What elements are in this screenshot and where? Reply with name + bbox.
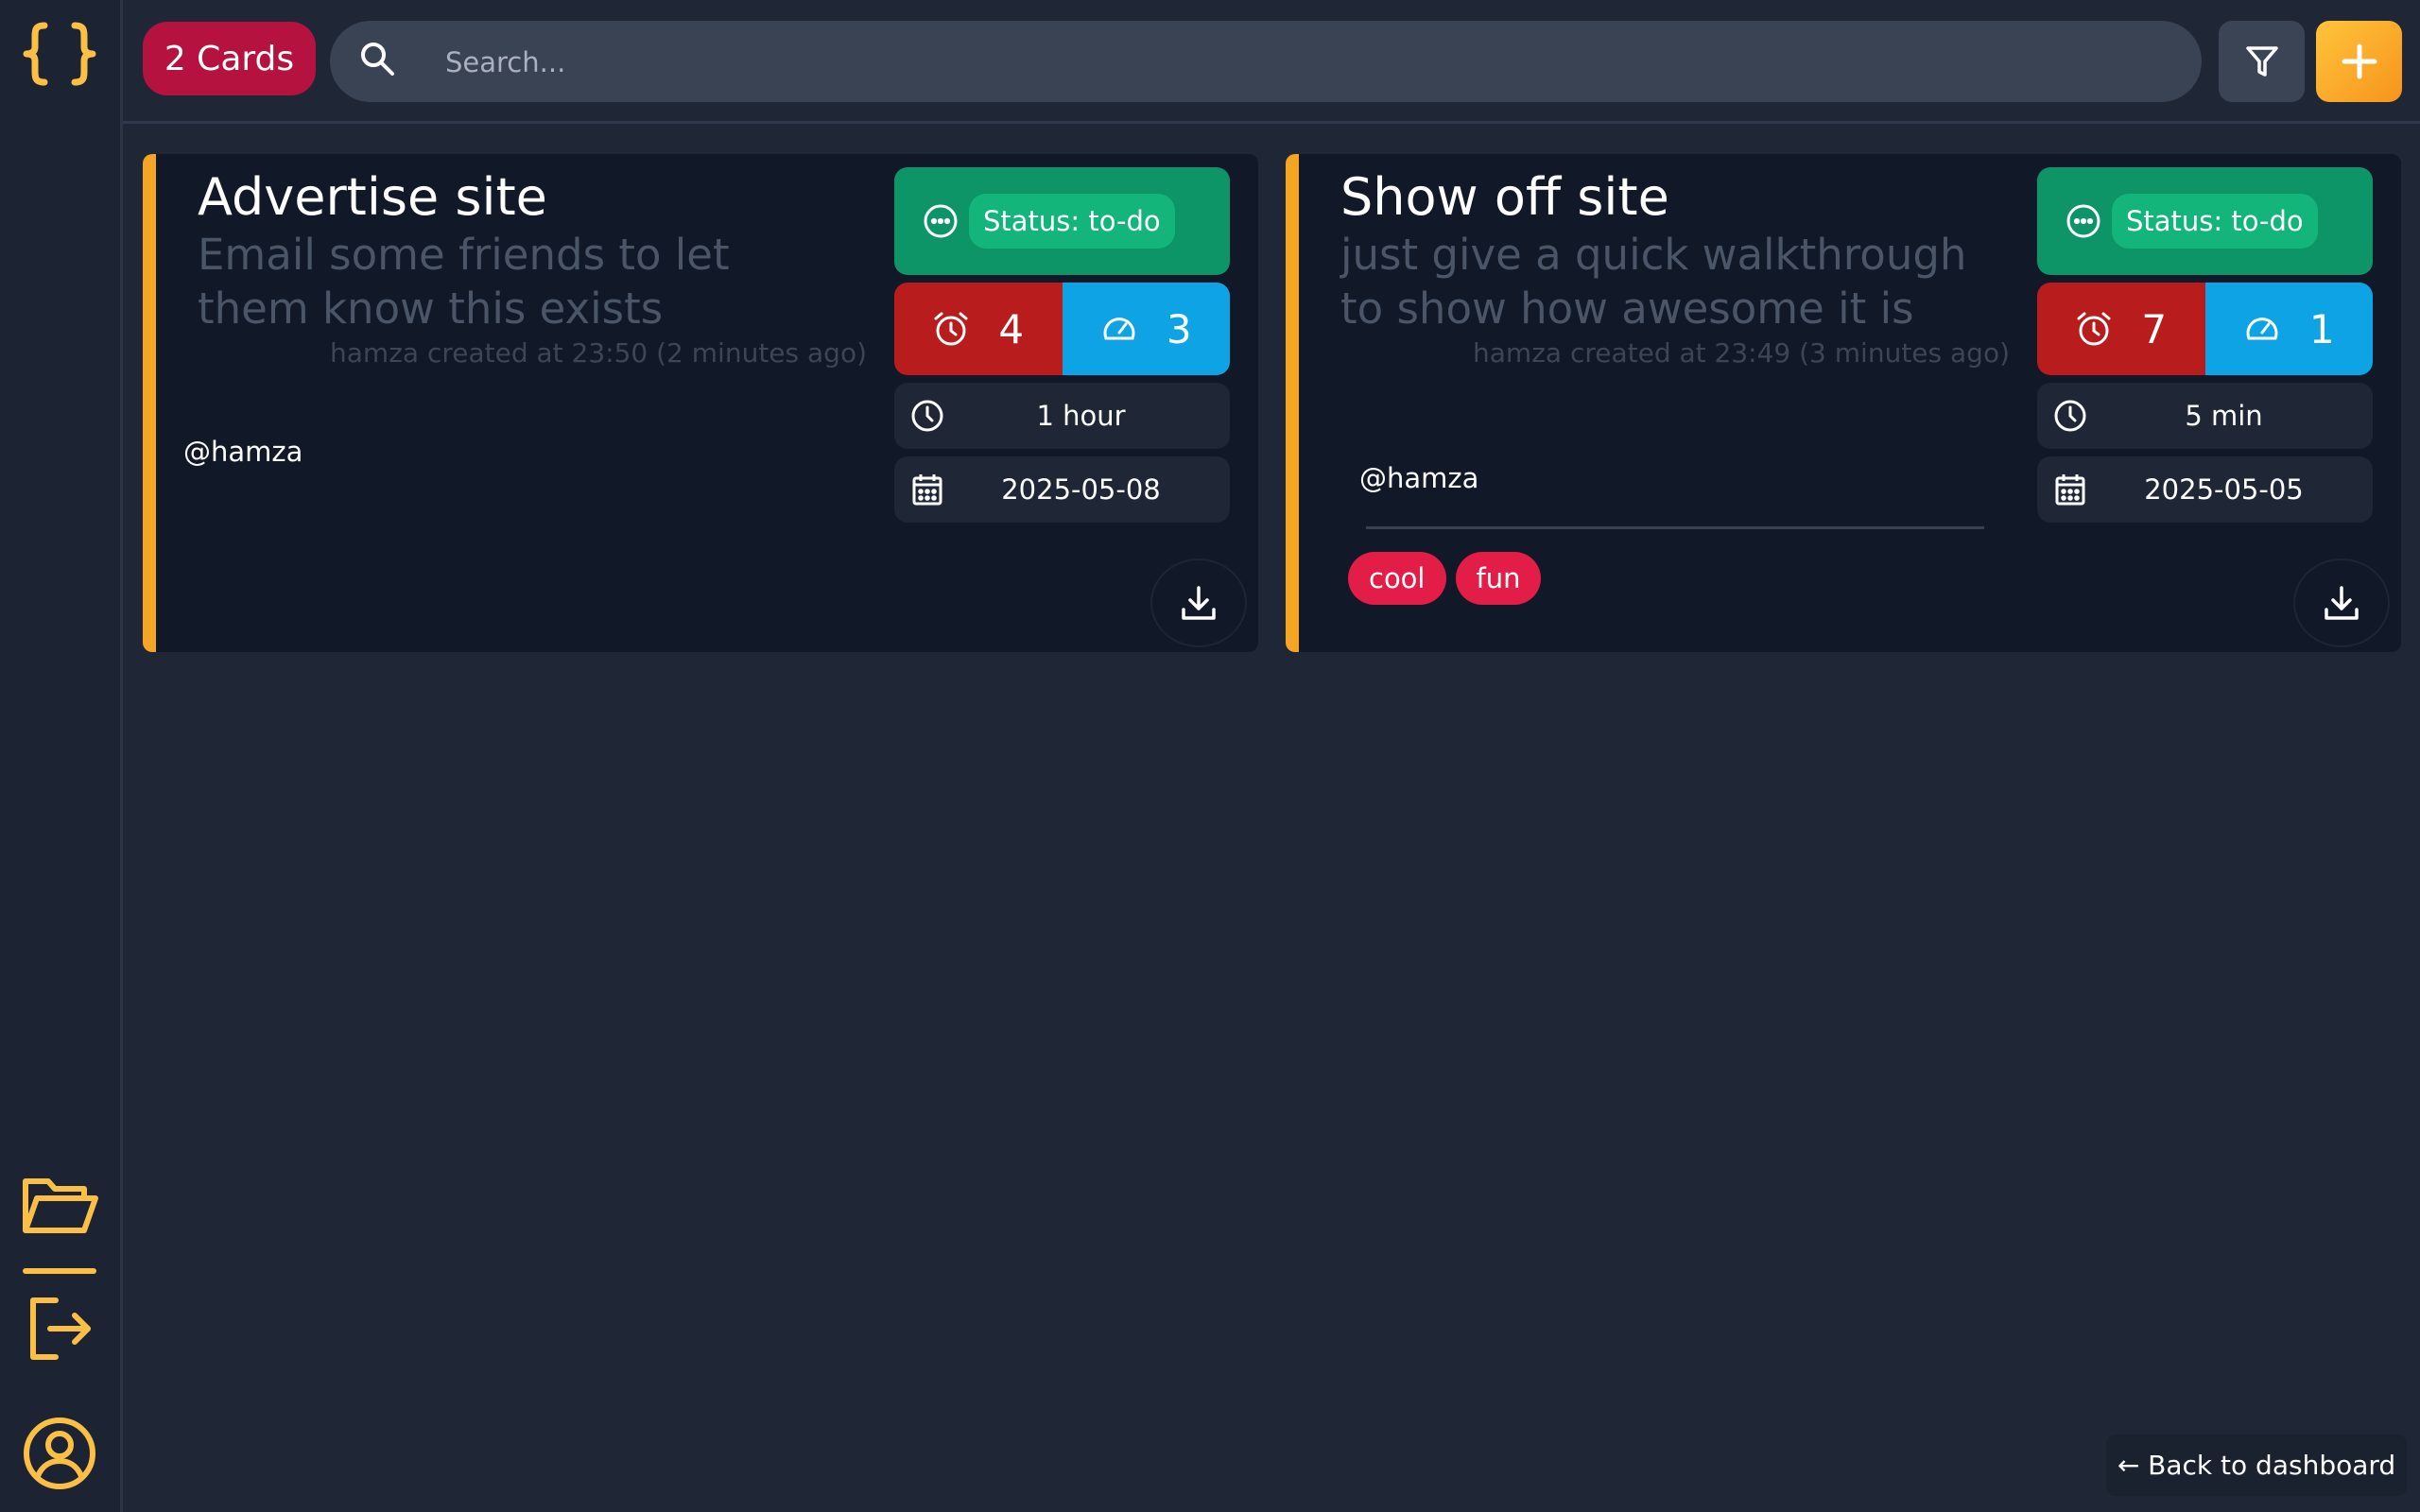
sidebar [0,0,123,1512]
sidebar-divider [23,1268,96,1274]
tag-chip[interactable]: fun [1455,552,1542,605]
status-section[interactable]: Status: to-do [894,167,1230,275]
card-created-meta: hamza created at 23:50 (2 minutes ago) [330,337,867,369]
plus-icon [2342,43,2377,79]
download-icon [1182,586,1216,620]
date-value: 2025-05-08 [1001,473,1161,506]
status-badge[interactable]: Status: to-do [969,194,1175,249]
top-bar: 2 Cards [123,0,2420,124]
card-description: Email some friends to let them know this… [198,230,730,334]
metrics-row: 7 1 [2037,283,2373,375]
download-button[interactable] [2293,558,2390,647]
filter-button[interactable] [2219,21,2305,102]
download-icon [2325,586,2359,620]
metrics-row: 4 3 [894,283,1230,375]
dots-circle-icon [2066,204,2100,238]
download-button[interactable] [1150,558,1247,647]
alarm-clock-icon [2077,312,2111,346]
effort-metric[interactable]: 1 [2204,283,2373,375]
card-created-meta: hamza created at 23:49 (3 minutes ago) [1473,337,2010,369]
priority-metric[interactable]: 4 [894,283,1063,375]
dots-circle-icon [924,204,958,238]
effort-metric[interactable]: 3 [1062,283,1230,375]
status-section[interactable]: Status: to-do [2037,167,2373,275]
cards-count-badge: 2 Cards [143,22,316,95]
filter-icon [2245,46,2278,77]
date-row[interactable]: 2025-05-08 [894,456,1230,523]
duration-row[interactable]: 5 min [2037,383,2373,449]
search-bar[interactable] [330,21,2202,104]
speedometer-icon [2246,318,2278,340]
search-icon [361,43,394,76]
logout-icon[interactable] [19,1293,100,1378]
card-title: Show off site [1340,167,1669,227]
tag-list: cool fun [1348,552,1542,605]
duration-value: 1 hour [1036,400,1126,432]
duration-row[interactable]: 1 hour [894,383,1230,449]
speedometer-icon [1103,318,1135,340]
card[interactable]: Show off site just give a quick walkthro… [1286,154,2401,652]
card-accent [143,154,156,652]
search-input[interactable] [443,21,2168,104]
priority-value: 4 [998,305,1025,352]
effort-value: 3 [1166,305,1192,352]
card-title: Advertise site [198,167,547,227]
tag-chip[interactable]: cool [1348,552,1446,605]
alarm-clock-icon [934,312,968,346]
curly-braces-icon[interactable] [19,21,100,96]
back-to-dashboard-link[interactable]: ← Back to dashboard [2106,1435,2407,1496]
card-description: just give a quick walkthrough to show ho… [1340,230,1967,334]
date-row[interactable]: 2025-05-05 [2037,456,2373,523]
priority-metric[interactable]: 7 [2037,283,2205,375]
effort-value: 1 [2308,305,2335,352]
card-accent [1286,154,1299,652]
status-badge[interactable]: Status: to-do [2112,194,2318,249]
priority-value: 7 [2141,305,2168,352]
card-assignee: @hamza [183,436,303,468]
duration-value: 5 min [2185,400,2263,432]
tag-divider [1366,526,1984,529]
folder-open-icon[interactable] [19,1172,100,1247]
card-assignee: @hamza [1359,462,1479,494]
user-circle-icon[interactable] [19,1416,100,1491]
date-value: 2025-05-05 [2144,473,2304,506]
add-card-button[interactable] [2316,21,2402,102]
card[interactable]: Advertise site Email some friends to let… [143,154,1258,652]
